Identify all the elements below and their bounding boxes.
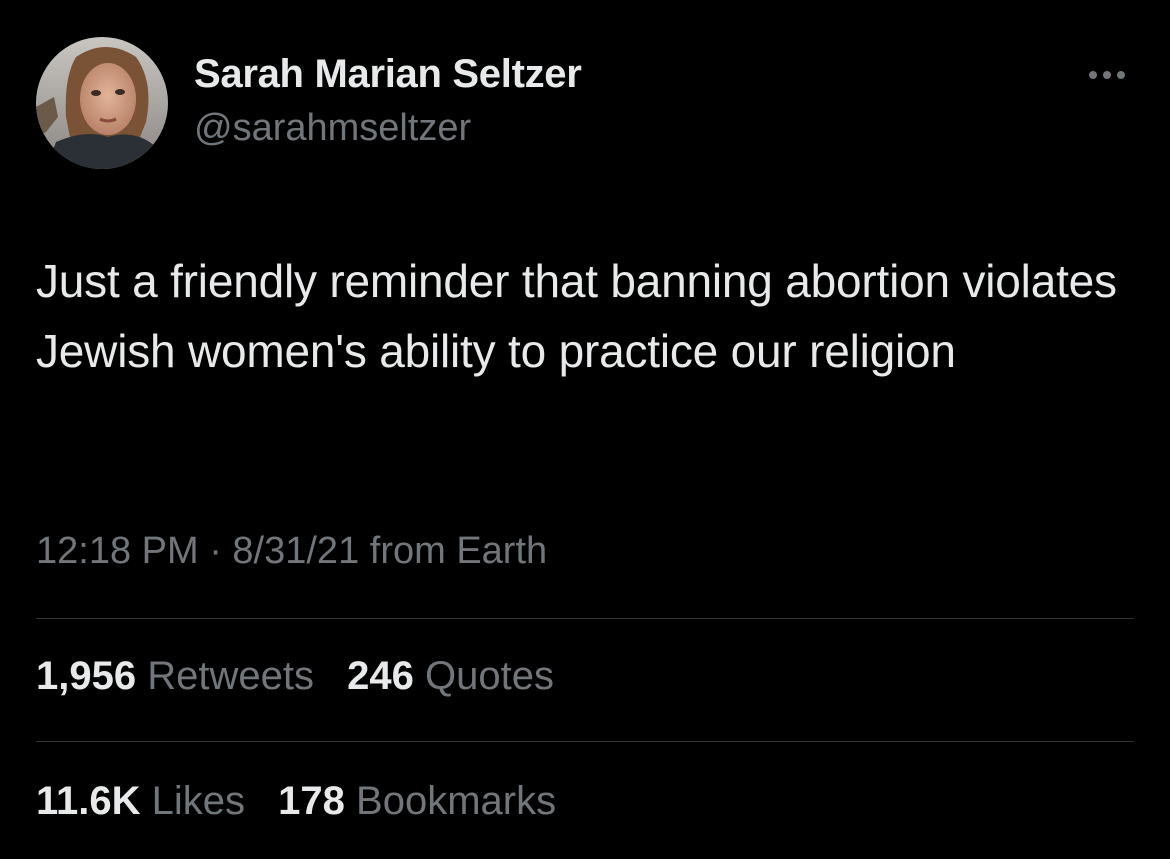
- tweet-detail: Sarah Marian Seltzer @sarahmseltzer Just…: [0, 0, 1170, 859]
- engagement-row-shares: 1,956 Retweets 246 Quotes: [36, 654, 576, 699]
- divider: [36, 618, 1134, 619]
- quotes-stat[interactable]: 246 Quotes: [347, 654, 554, 699]
- retweets-stat[interactable]: 1,956 Retweets: [36, 654, 314, 699]
- author-display-name[interactable]: Sarah Marian Seltzer: [194, 52, 582, 97]
- avatar-photo: [36, 37, 168, 169]
- likes-label: Likes: [151, 779, 246, 823]
- retweets-label: Retweets: [147, 654, 314, 698]
- bookmarks-label: Bookmarks: [356, 779, 557, 823]
- likes-stat[interactable]: 11.6K Likes: [36, 779, 245, 824]
- retweets-count: 1,956: [36, 654, 137, 698]
- quotes-label: Quotes: [424, 654, 554, 698]
- bookmarks-stat[interactable]: 178 Bookmarks: [278, 779, 556, 824]
- quotes-count: 246: [347, 654, 414, 698]
- engagement-row-reactions: 11.6K Likes 178 Bookmarks: [36, 779, 578, 824]
- divider: [36, 741, 1134, 742]
- more-options-button[interactable]: [1082, 62, 1132, 88]
- bookmarks-count: 178: [278, 779, 345, 823]
- more-horizontal-icon: [1089, 71, 1125, 79]
- author-handle[interactable]: @sarahmseltzer: [194, 107, 471, 150]
- tweet-timestamp[interactable]: 12:18 PM · 8/31/21 from Earth: [36, 530, 547, 573]
- tweet-text: Just a friendly reminder that banning ab…: [36, 255, 1117, 377]
- avatar[interactable]: [36, 37, 168, 169]
- likes-count: 11.6K: [36, 779, 141, 823]
